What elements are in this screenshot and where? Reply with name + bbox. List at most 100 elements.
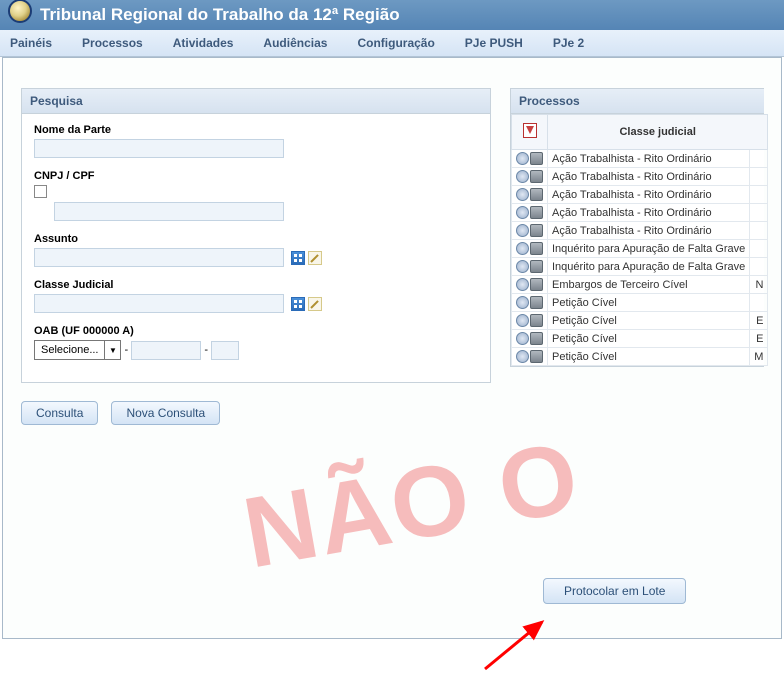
row-classe: Petição Cível	[548, 348, 750, 366]
db-icon[interactable]	[530, 260, 543, 273]
table-row[interactable]: Embargos de Terceiro CívelN	[512, 276, 768, 294]
gear-icon[interactable]	[516, 260, 529, 273]
processos-table: Classe judicial Ação Trabalhista - Rito …	[511, 114, 768, 366]
gear-icon[interactable]	[516, 332, 529, 345]
table-row[interactable]: Inquérito para Apuração de Falta Grave	[512, 258, 768, 276]
field-assunto: Assunto	[34, 233, 478, 267]
table-row[interactable]: Ação Trabalhista - Rito Ordinário	[512, 168, 768, 186]
table-row[interactable]: Inquérito para Apuração de Falta Grave	[512, 240, 768, 258]
table-row[interactable]: Petição Cível	[512, 294, 768, 312]
row-extra: M	[750, 348, 768, 366]
processos-panel-title: Processos	[511, 89, 764, 114]
db-icon[interactable]	[530, 170, 543, 183]
row-actions	[512, 294, 548, 312]
db-icon[interactable]	[530, 332, 543, 345]
classe-label: Classe Judicial	[34, 279, 478, 291]
row-extra	[750, 150, 768, 168]
gear-icon[interactable]	[516, 242, 529, 255]
classe-input[interactable]	[34, 294, 284, 313]
menu-processos[interactable]: Processos	[82, 36, 143, 50]
gear-icon[interactable]	[516, 188, 529, 201]
annotation-arrow	[480, 614, 560, 674]
row-classe: Petição Cível	[548, 330, 750, 348]
nova-consulta-button[interactable]: Nova Consulta	[111, 401, 220, 425]
db-icon[interactable]	[530, 296, 543, 309]
classe-tree-icon[interactable]	[291, 297, 305, 311]
menu-atividades[interactable]: Atividades	[173, 36, 234, 50]
gear-icon[interactable]	[516, 170, 529, 183]
menu-pje-push[interactable]: PJe PUSH	[465, 36, 523, 50]
gear-icon[interactable]	[516, 224, 529, 237]
field-nome: Nome da Parte	[34, 124, 478, 158]
row-extra	[750, 258, 768, 276]
oab-uf-select[interactable]: Selecione... ▼	[34, 340, 121, 360]
assunto-label: Assunto	[34, 233, 478, 245]
assunto-clear-icon[interactable]	[308, 251, 322, 265]
row-actions	[512, 330, 548, 348]
oab-uf-value: Selecione...	[35, 344, 104, 356]
row-actions	[512, 240, 548, 258]
menu-configuracao[interactable]: Configuração	[357, 36, 434, 50]
oab-label: OAB (UF 000000 A)	[34, 325, 478, 337]
row-actions	[512, 204, 548, 222]
search-panel-title: Pesquisa	[22, 89, 490, 114]
db-icon[interactable]	[530, 314, 543, 327]
protocolar-lote-button[interactable]: Protocolar em Lote	[543, 578, 686, 604]
menu-pje-2[interactable]: PJe 2	[553, 36, 584, 50]
table-row[interactable]: Ação Trabalhista - Rito Ordinário	[512, 204, 768, 222]
gear-icon[interactable]	[516, 350, 529, 363]
row-extra	[750, 240, 768, 258]
oab-number-input[interactable]	[131, 341, 201, 360]
cnpj-input[interactable]	[54, 202, 284, 221]
row-actions	[512, 312, 548, 330]
assunto-input[interactable]	[34, 248, 284, 267]
gear-icon[interactable]	[516, 206, 529, 219]
nome-input[interactable]	[34, 139, 284, 158]
table-row[interactable]: Ação Trabalhista - Rito Ordinário	[512, 186, 768, 204]
db-icon[interactable]	[530, 206, 543, 219]
row-actions	[512, 348, 548, 366]
row-actions	[512, 186, 548, 204]
row-classe: Petição Cível	[548, 312, 750, 330]
nome-label: Nome da Parte	[34, 124, 478, 136]
menu-paineis[interactable]: Painéis	[10, 36, 52, 50]
gear-icon[interactable]	[516, 278, 529, 291]
row-classe: Ação Trabalhista - Rito Ordinário	[548, 168, 750, 186]
row-extra	[750, 186, 768, 204]
table-row[interactable]: Ação Trabalhista - Rito Ordinário	[512, 150, 768, 168]
table-row[interactable]: Ação Trabalhista - Rito Ordinário	[512, 222, 768, 240]
row-extra	[750, 168, 768, 186]
db-icon[interactable]	[530, 242, 543, 255]
search-panel: Pesquisa Nome da Parte CNPJ / CPF Assunt…	[21, 88, 491, 383]
table-row[interactable]: Petição CívelM	[512, 348, 768, 366]
row-actions	[512, 150, 548, 168]
row-actions	[512, 222, 548, 240]
db-icon[interactable]	[530, 350, 543, 363]
cnpj-toggle-checkbox[interactable]	[34, 185, 47, 198]
db-icon[interactable]	[530, 188, 543, 201]
gear-icon[interactable]	[516, 314, 529, 327]
table-row[interactable]: Petição CívelE	[512, 330, 768, 348]
classe-clear-icon[interactable]	[308, 297, 322, 311]
row-classe: Ação Trabalhista - Rito Ordinário	[548, 222, 750, 240]
header-bar: Tribunal Regional do Trabalho da 12ª Reg…	[0, 0, 784, 30]
db-icon[interactable]	[530, 224, 543, 237]
row-classe: Petição Cível	[548, 294, 750, 312]
oab-letter-input[interactable]	[211, 341, 239, 360]
db-icon[interactable]	[530, 278, 543, 291]
row-extra	[750, 294, 768, 312]
field-cnpj: CNPJ / CPF	[34, 170, 478, 221]
menu-audiencias[interactable]: Audiências	[263, 36, 327, 50]
processos-panel: Processos Classe judicial Ação Trabalhis…	[510, 88, 764, 367]
assunto-tree-icon[interactable]	[291, 251, 305, 265]
watermark: NÃO O	[236, 420, 589, 592]
table-row[interactable]: Petição CívelE	[512, 312, 768, 330]
consulta-button[interactable]: Consulta	[21, 401, 98, 425]
row-actions	[512, 258, 548, 276]
row-extra: E	[750, 312, 768, 330]
content-area: Pesquisa Nome da Parte CNPJ / CPF Assunt…	[3, 58, 781, 638]
row-actions	[512, 276, 548, 294]
gear-icon[interactable]	[516, 296, 529, 309]
db-icon[interactable]	[530, 152, 543, 165]
gear-icon[interactable]	[516, 152, 529, 165]
